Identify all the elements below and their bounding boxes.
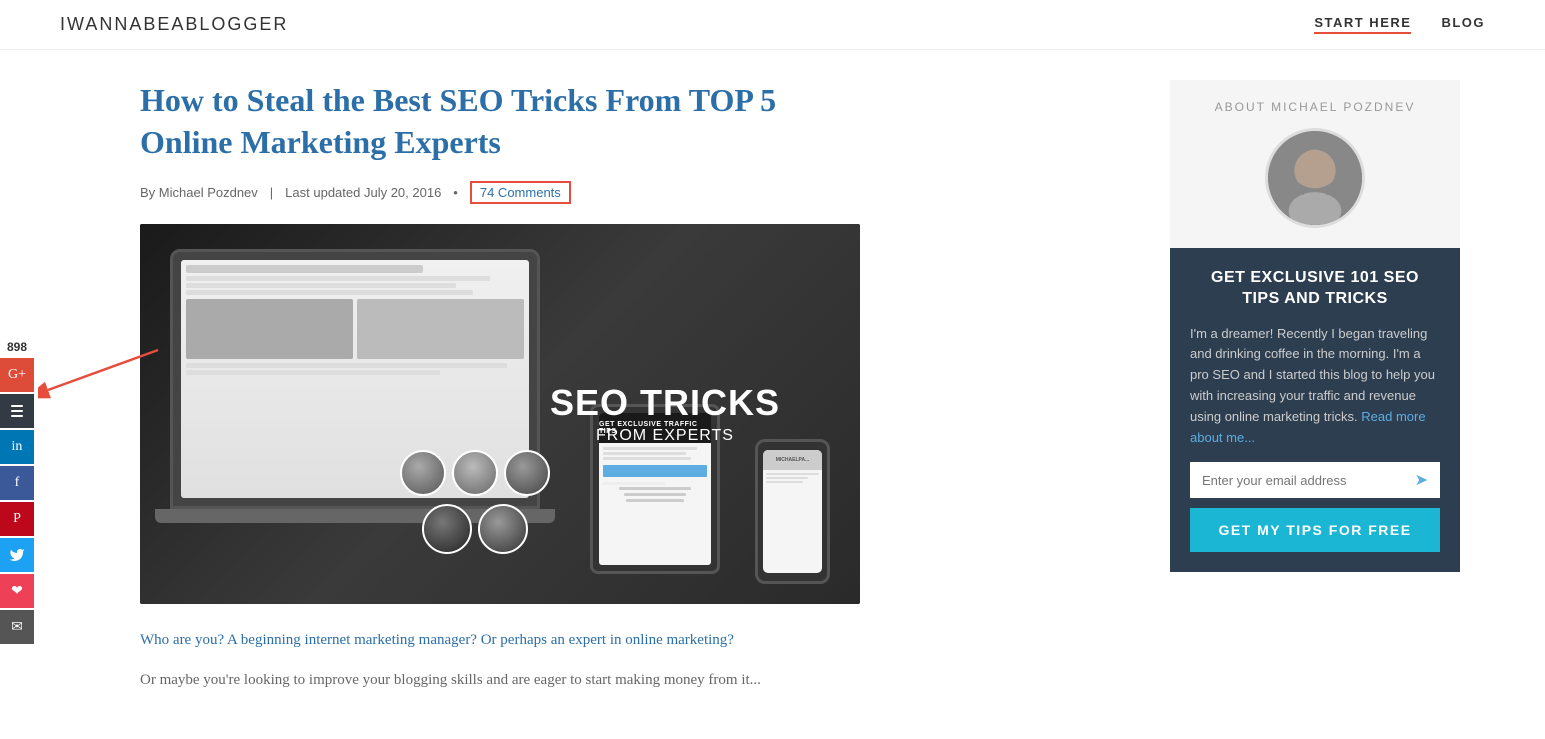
article-intro: Who are you? A beginning internet market… bbox=[140, 628, 840, 654]
meta-separator: | bbox=[270, 185, 273, 200]
screen-line bbox=[186, 265, 423, 273]
article-body: Or maybe you're looking to improve your … bbox=[140, 668, 840, 694]
phone-content bbox=[763, 470, 822, 488]
share-arrow bbox=[38, 340, 168, 405]
site-title: IWANNABEABLOGGER bbox=[60, 14, 288, 35]
phone-header: MICHAELPA... bbox=[763, 450, 822, 470]
author-photo bbox=[1265, 128, 1365, 228]
screen-blocks bbox=[186, 299, 524, 359]
screen-line bbox=[186, 283, 456, 288]
google-plus-button[interactable]: G+ bbox=[0, 358, 34, 392]
right-sidebar: ABOUT MICHAEL POZDNEV GET E bbox=[1160, 50, 1480, 723]
expert-row-top bbox=[400, 450, 550, 496]
image-title: SEO TRICKS bbox=[550, 383, 780, 423]
cta-title: GET EXCLUSIVE 101 SEO TIPS AND TRICKS bbox=[1190, 268, 1440, 310]
phone-shape: MICHAELPA... bbox=[755, 439, 830, 584]
sidebar-cta: GET EXCLUSIVE 101 SEO TIPS AND TRICKS I'… bbox=[1170, 248, 1460, 572]
sidebar-about-title: ABOUT MICHAEL POZDNEV bbox=[1190, 100, 1440, 114]
nav-start-here[interactable]: START HERE bbox=[1314, 15, 1411, 34]
image-placeholder: GET EXCLUSIVE TRAFFIC TIPS bbox=[140, 224, 860, 604]
author-photo-inner bbox=[1268, 131, 1362, 225]
screen-line bbox=[186, 370, 440, 375]
pocket-button[interactable]: ❤ bbox=[0, 574, 34, 608]
comments-badge[interactable]: 74 Comments bbox=[470, 181, 571, 204]
screen-line bbox=[186, 363, 507, 368]
meta-separator2: • bbox=[453, 185, 458, 200]
phone-screen: MICHAELPA... bbox=[763, 450, 822, 573]
tablet-content bbox=[599, 443, 711, 506]
share-count: 898 bbox=[0, 340, 34, 354]
site-header: IWANNABEABLOGGER START HERE BLOG bbox=[0, 0, 1545, 50]
article-meta: By Michael Pozdnev | Last updated July 2… bbox=[140, 181, 1120, 204]
screen-line bbox=[186, 290, 473, 295]
sidebar-about: ABOUT MICHAEL POZDNEV bbox=[1170, 80, 1460, 248]
social-sidebar: 898 G+ in f P ❤ ✉ bbox=[0, 340, 34, 646]
expert-circle-4 bbox=[422, 504, 472, 554]
author-avatar-svg bbox=[1268, 128, 1362, 228]
send-icon: ➤ bbox=[1415, 470, 1428, 490]
article-feature-image: GET EXCLUSIVE TRAFFIC TIPS bbox=[140, 224, 860, 604]
expert-circle-2 bbox=[452, 450, 498, 496]
email-input-wrapper: ➤ bbox=[1190, 462, 1440, 498]
expert-circles bbox=[400, 450, 550, 554]
main-content: How to Steal the Best SEO Tricks From TO… bbox=[60, 50, 1160, 723]
site-nav: START HERE BLOG bbox=[1314, 15, 1485, 34]
article-date: Last updated July 20, 2016 bbox=[285, 185, 441, 200]
email-input[interactable] bbox=[1202, 473, 1415, 488]
expert-circle-3 bbox=[504, 450, 550, 496]
article-title: How to Steal the Best SEO Tricks From TO… bbox=[140, 80, 860, 163]
expert-row-bottom bbox=[400, 504, 550, 554]
expert-circle-5 bbox=[478, 504, 528, 554]
image-subtitle: FROM EXPERTS bbox=[550, 427, 780, 445]
expert-circle-1 bbox=[400, 450, 446, 496]
buffer-button[interactable] bbox=[0, 394, 34, 428]
image-text-overlay: SEO TRICKS FROM EXPERTS bbox=[550, 383, 780, 445]
nav-blog[interactable]: BLOG bbox=[1441, 15, 1485, 34]
cta-button[interactable]: GET MY TIPS FOR FREE bbox=[1190, 508, 1440, 552]
twitter-button[interactable] bbox=[0, 538, 34, 572]
article-author: By Michael Pozdnev bbox=[140, 185, 258, 200]
email-share-button[interactable]: ✉ bbox=[0, 610, 34, 644]
linkedin-button[interactable]: in bbox=[0, 430, 34, 464]
facebook-button[interactable]: f bbox=[0, 466, 34, 500]
page-body: How to Steal the Best SEO Tricks From TO… bbox=[0, 50, 1545, 723]
screen-line bbox=[186, 276, 490, 281]
cta-description: I'm a dreamer! Recently I began travelin… bbox=[1190, 324, 1440, 449]
pinterest-button[interactable]: P bbox=[0, 502, 34, 536]
